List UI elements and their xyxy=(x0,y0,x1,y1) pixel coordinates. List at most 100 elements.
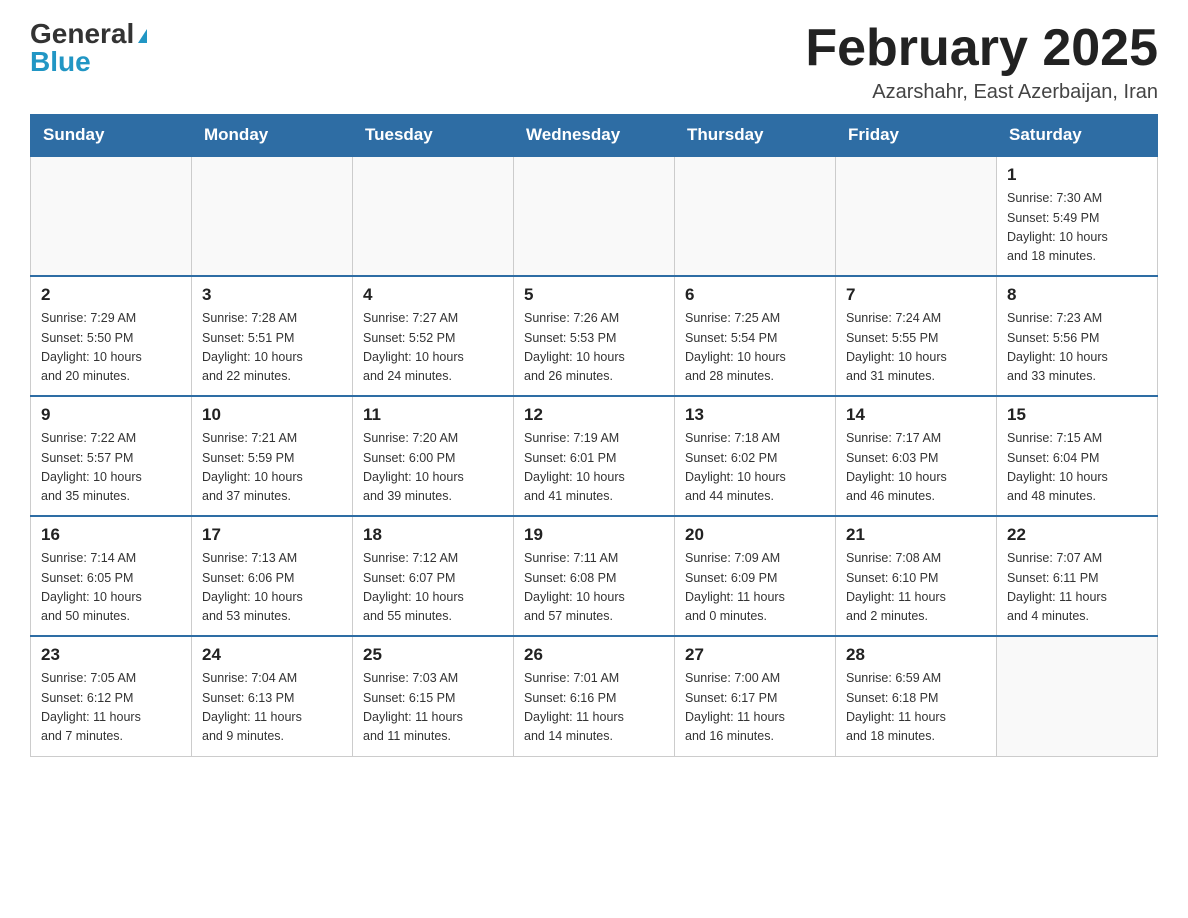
calendar-cell: 27 Sunrise: 7:00 AMSunset: 6:17 PMDayligh… xyxy=(675,636,836,756)
logo-triangle-icon xyxy=(138,29,147,43)
calendar-cell xyxy=(31,156,192,276)
calendar-cell: 11 Sunrise: 7:20 AMSunset: 6:00 PMDayligh… xyxy=(353,396,514,516)
day-of-week-header: Friday xyxy=(836,115,997,157)
day-info: Sunrise: 7:09 AMSunset: 6:09 PMDaylight:… xyxy=(685,549,825,627)
day-number: 26 xyxy=(524,645,664,665)
day-info: Sunrise: 7:01 AMSunset: 6:16 PMDaylight:… xyxy=(524,669,664,747)
calendar-cell: 24 Sunrise: 7:04 AMSunset: 6:13 PMDayligh… xyxy=(192,636,353,756)
day-number: 15 xyxy=(1007,405,1147,425)
day-info: Sunrise: 7:21 AMSunset: 5:59 PMDaylight:… xyxy=(202,429,342,507)
calendar-cell: 1Sunrise: 7:30 AMSunset: 5:49 PMDaylight… xyxy=(997,156,1158,276)
logo-blue-text: Blue xyxy=(30,48,91,76)
title-section: February 2025 Azarshahr, East Azerbaijan… xyxy=(805,20,1158,104)
day-number: 2 xyxy=(41,285,181,305)
day-info: Sunrise: 7:14 AMSunset: 6:05 PMDaylight:… xyxy=(41,549,181,627)
day-info: Sunrise: 7:04 AMSunset: 6:13 PMDaylight:… xyxy=(202,669,342,747)
calendar-week-row: 2 Sunrise: 7:29 AMSunset: 5:50 PMDaylight… xyxy=(31,276,1158,396)
calendar-cell xyxy=(353,156,514,276)
day-info: Sunrise: 7:15 AMSunset: 6:04 PMDaylight:… xyxy=(1007,429,1147,507)
day-number: 21 xyxy=(846,525,986,545)
day-info: Sunrise: 7:07 AMSunset: 6:11 PMDaylight:… xyxy=(1007,549,1147,627)
logo-top: General xyxy=(30,20,147,48)
day-of-week-header: Thursday xyxy=(675,115,836,157)
calendar-cell: 20 Sunrise: 7:09 AMSunset: 6:09 PMDayligh… xyxy=(675,516,836,636)
day-info: Sunrise: 7:18 AMSunset: 6:02 PMDaylight:… xyxy=(685,429,825,507)
calendar-cell: 19 Sunrise: 7:11 AMSunset: 6:08 PMDayligh… xyxy=(514,516,675,636)
calendar-week-row: 9Sunrise: 7:22 AMSunset: 5:57 PMDaylight… xyxy=(31,396,1158,516)
calendar-cell xyxy=(997,636,1158,756)
calendar-cell: 3 Sunrise: 7:28 AMSunset: 5:51 PMDaylight… xyxy=(192,276,353,396)
calendar-cell: 17 Sunrise: 7:13 AMSunset: 6:06 PMDayligh… xyxy=(192,516,353,636)
logo-general-text: General xyxy=(30,18,134,49)
day-info: Sunrise: 7:23 AMSunset: 5:56 PMDaylight:… xyxy=(1007,309,1147,387)
day-number: 3 xyxy=(202,285,342,305)
day-info: Sunrise: 7:05 AMSunset: 6:12 PMDaylight:… xyxy=(41,669,181,747)
day-number: 25 xyxy=(363,645,503,665)
day-info: Sunrise: 7:00 AMSunset: 6:17 PMDaylight:… xyxy=(685,669,825,747)
page-header: General Blue February 2025 Azarshahr, Ea… xyxy=(30,20,1158,104)
day-number: 18 xyxy=(363,525,503,545)
day-info: Sunrise: 7:12 AMSunset: 6:07 PMDaylight:… xyxy=(363,549,503,627)
day-number: 12 xyxy=(524,405,664,425)
calendar-cell: 12 Sunrise: 7:19 AMSunset: 6:01 PMDayligh… xyxy=(514,396,675,516)
day-info: Sunrise: 7:29 AMSunset: 5:50 PMDaylight:… xyxy=(41,309,181,387)
day-number: 8 xyxy=(1007,285,1147,305)
calendar-cell: 8 Sunrise: 7:23 AMSunset: 5:56 PMDaylight… xyxy=(997,276,1158,396)
day-number: 23 xyxy=(41,645,181,665)
day-info: Sunrise: 7:08 AMSunset: 6:10 PMDaylight:… xyxy=(846,549,986,627)
day-number: 20 xyxy=(685,525,825,545)
day-number: 13 xyxy=(685,405,825,425)
calendar-cell: 22 Sunrise: 7:07 AMSunset: 6:11 PMDayligh… xyxy=(997,516,1158,636)
day-number: 7 xyxy=(846,285,986,305)
day-number: 28 xyxy=(846,645,986,665)
day-info: Sunrise: 7:19 AMSunset: 6:01 PMDaylight:… xyxy=(524,429,664,507)
day-number: 11 xyxy=(363,405,503,425)
calendar-cell xyxy=(192,156,353,276)
calendar-title: February 2025 xyxy=(805,20,1158,77)
day-info: Sunrise: 7:25 AMSunset: 5:54 PMDaylight:… xyxy=(685,309,825,387)
day-info: Sunrise: 7:11 AMSunset: 6:08 PMDaylight:… xyxy=(524,549,664,627)
day-info: Sunrise: 7:24 AMSunset: 5:55 PMDaylight:… xyxy=(846,309,986,387)
calendar-week-row: 1Sunrise: 7:30 AMSunset: 5:49 PMDaylight… xyxy=(31,156,1158,276)
day-number: 19 xyxy=(524,525,664,545)
day-of-week-header: Saturday xyxy=(997,115,1158,157)
calendar-cell: 18 Sunrise: 7:12 AMSunset: 6:07 PMDayligh… xyxy=(353,516,514,636)
calendar-cell: 21 Sunrise: 7:08 AMSunset: 6:10 PMDayligh… xyxy=(836,516,997,636)
day-info: Sunrise: 7:20 AMSunset: 6:00 PMDaylight:… xyxy=(363,429,503,507)
day-number: 16 xyxy=(41,525,181,545)
day-number: 27 xyxy=(685,645,825,665)
calendar-cell: 10 Sunrise: 7:21 AMSunset: 5:59 PMDayligh… xyxy=(192,396,353,516)
calendar-cell: 7 Sunrise: 7:24 AMSunset: 5:55 PMDaylight… xyxy=(836,276,997,396)
calendar-cell: 28 Sunrise: 6:59 AMSunset: 6:18 PMDayligh… xyxy=(836,636,997,756)
calendar-cell: 9Sunrise: 7:22 AMSunset: 5:57 PMDaylight… xyxy=(31,396,192,516)
day-info: Sunrise: 7:30 AMSunset: 5:49 PMDaylight:… xyxy=(1007,189,1147,267)
calendar-cell xyxy=(836,156,997,276)
day-info: Sunrise: 7:13 AMSunset: 6:06 PMDaylight:… xyxy=(202,549,342,627)
calendar-cell xyxy=(514,156,675,276)
calendar-cell: 4Sunrise: 7:27 AMSunset: 5:52 PMDaylight… xyxy=(353,276,514,396)
day-number: 14 xyxy=(846,405,986,425)
day-info: Sunrise: 7:28 AMSunset: 5:51 PMDaylight:… xyxy=(202,309,342,387)
day-info: Sunrise: 6:59 AMSunset: 6:18 PMDaylight:… xyxy=(846,669,986,747)
day-info: Sunrise: 7:17 AMSunset: 6:03 PMDaylight:… xyxy=(846,429,986,507)
calendar-week-row: 23 Sunrise: 7:05 AMSunset: 6:12 PMDayligh… xyxy=(31,636,1158,756)
calendar-week-row: 16 Sunrise: 7:14 AMSunset: 6:05 PMDayligh… xyxy=(31,516,1158,636)
calendar-cell: 23 Sunrise: 7:05 AMSunset: 6:12 PMDayligh… xyxy=(31,636,192,756)
day-info: Sunrise: 7:26 AMSunset: 5:53 PMDaylight:… xyxy=(524,309,664,387)
day-number: 4 xyxy=(363,285,503,305)
calendar-cell xyxy=(675,156,836,276)
day-info: Sunrise: 7:22 AMSunset: 5:57 PMDaylight:… xyxy=(41,429,181,507)
calendar-cell: 15 Sunrise: 7:15 AMSunset: 6:04 PMDayligh… xyxy=(997,396,1158,516)
calendar-cell: 25Sunrise: 7:03 AMSunset: 6:15 PMDayligh… xyxy=(353,636,514,756)
calendar-cell: 14 Sunrise: 7:17 AMSunset: 6:03 PMDayligh… xyxy=(836,396,997,516)
calendar-header-row: SundayMondayTuesdayWednesdayThursdayFrid… xyxy=(31,115,1158,157)
day-number: 22 xyxy=(1007,525,1147,545)
day-number: 24 xyxy=(202,645,342,665)
calendar-cell: 13 Sunrise: 7:18 AMSunset: 6:02 PMDayligh… xyxy=(675,396,836,516)
day-number: 17 xyxy=(202,525,342,545)
calendar-cell: 5 Sunrise: 7:26 AMSunset: 5:53 PMDaylight… xyxy=(514,276,675,396)
calendar-cell: 16 Sunrise: 7:14 AMSunset: 6:05 PMDayligh… xyxy=(31,516,192,636)
day-number: 10 xyxy=(202,405,342,425)
calendar-cell: 2 Sunrise: 7:29 AMSunset: 5:50 PMDaylight… xyxy=(31,276,192,396)
day-number: 5 xyxy=(524,285,664,305)
